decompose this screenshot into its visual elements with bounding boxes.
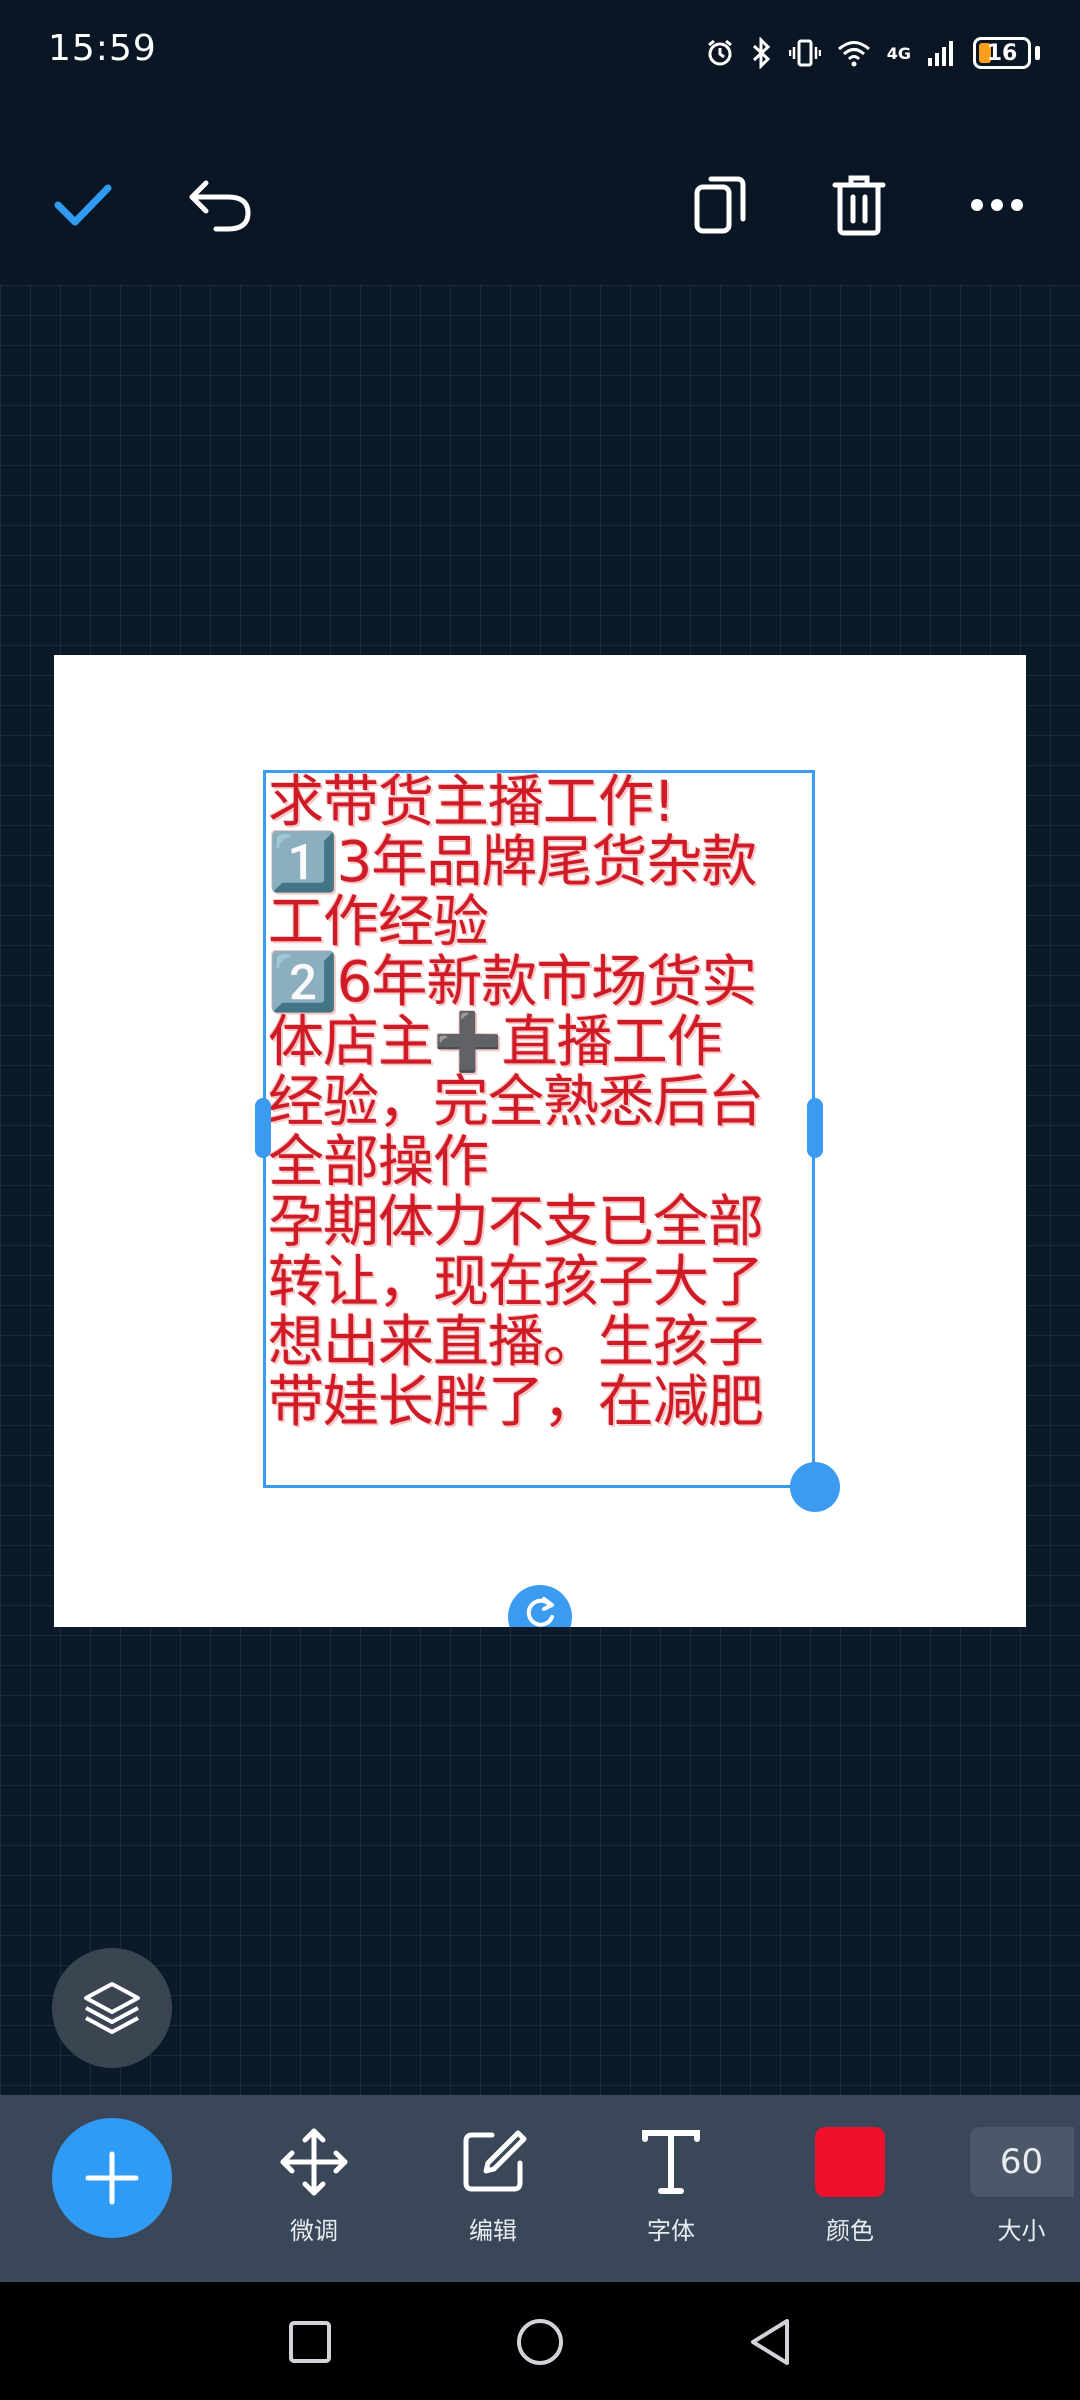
- delete-button[interactable]: [814, 160, 904, 250]
- add-button[interactable]: [52, 2118, 172, 2238]
- battery-level: 16: [986, 40, 1018, 66]
- rotate-handle[interactable]: [508, 1585, 572, 1627]
- tool-color-label: 颜色: [826, 2217, 874, 2245]
- copy-icon: [694, 176, 746, 234]
- edit-icon: [463, 2130, 527, 2192]
- recent-apps-button[interactable]: [280, 2312, 340, 2372]
- tool-move-label: 微调: [290, 2217, 338, 2245]
- size-value: 60: [969, 2127, 1074, 2197]
- resize-handle[interactable]: [790, 1462, 840, 1512]
- status-bar: 15:59 4G 16: [0, 0, 1080, 100]
- text-line: 孕期体力不支已全部: [268, 1190, 764, 1255]
- top-toolbar: [0, 120, 1080, 280]
- more-icon: [971, 199, 1023, 211]
- undo-icon: [189, 180, 251, 232]
- layers-button[interactable]: [52, 1948, 172, 2068]
- tool-edit-label: 编辑: [469, 2217, 517, 2245]
- battery-icon: 16: [973, 37, 1031, 69]
- bottom-toolbar: 微调 编辑 字体 颜色 60 大小: [0, 2095, 1080, 2282]
- layers-icon: [84, 1982, 140, 2034]
- tool-size-label: 大小: [997, 2217, 1046, 2245]
- text-line: 1️⃣3年品牌尾货杂款: [268, 830, 757, 895]
- square-icon: [289, 2321, 331, 2363]
- status-time: 15:59: [48, 28, 157, 69]
- color-swatch: [815, 2127, 885, 2197]
- tool-font[interactable]: 字体: [606, 2117, 736, 2267]
- copy-button[interactable]: [676, 160, 766, 250]
- text-line: 带娃长胖了，在减肥: [268, 1370, 764, 1435]
- rotate-icon: [526, 1597, 554, 1627]
- tool-edit[interactable]: 编辑: [428, 2117, 558, 2267]
- battery-tip: [1035, 46, 1040, 60]
- tool-font-label: 字体: [647, 2217, 695, 2245]
- status-icons: 4G 16: [705, 28, 1040, 78]
- plus-icon: [85, 2151, 139, 2205]
- text-line: 想出来直播。生孩子: [268, 1310, 764, 1375]
- alarm-icon: [705, 38, 735, 68]
- undo-button[interactable]: [176, 160, 266, 250]
- text-line: 体店主➕直播工作: [268, 1010, 723, 1075]
- selected-text-box[interactable]: 求带货主播工作! 1️⃣3年品牌尾货杂款 工作经验 2️⃣6年新款市场货实 体店…: [263, 770, 815, 1488]
- back-button[interactable]: [740, 2312, 800, 2372]
- wifi-icon: [837, 39, 871, 67]
- home-button[interactable]: [510, 2312, 570, 2372]
- system-nav-bar: [0, 2282, 1080, 2400]
- text-line: 转让，现在孩子大了: [268, 1250, 764, 1315]
- bluetooth-icon: [751, 37, 773, 69]
- more-button[interactable]: [952, 160, 1042, 250]
- text-line: 全部操作: [268, 1130, 489, 1195]
- text-line: 求带货主播工作!: [268, 770, 675, 835]
- font-icon: [642, 2130, 700, 2194]
- vibrate-icon: [788, 37, 821, 69]
- circle-icon: [517, 2319, 563, 2365]
- triangle-back-icon: [751, 2319, 789, 2365]
- tool-size[interactable]: 60 大小: [963, 2117, 1080, 2267]
- move-icon: [280, 2128, 348, 2196]
- signal-icon: [927, 38, 957, 68]
- network-type: 4G: [886, 43, 911, 63]
- tool-color[interactable]: 颜色: [785, 2117, 915, 2267]
- text-content[interactable]: 求带货主播工作! 1️⃣3年品牌尾货杂款 工作经验 2️⃣6年新款市场货实 体店…: [268, 773, 816, 1433]
- text-line: 经验，完全熟悉后台: [268, 1070, 764, 1135]
- confirm-button[interactable]: [38, 160, 128, 250]
- text-line: 2️⃣6年新款市场货实: [268, 950, 757, 1015]
- left-stretch-handle[interactable]: [255, 1098, 271, 1158]
- text-line: 工作经验: [268, 890, 489, 955]
- right-stretch-handle[interactable]: [807, 1098, 823, 1158]
- trash-icon: [832, 175, 886, 236]
- check-icon: [54, 184, 112, 226]
- tool-move[interactable]: 微调: [249, 2117, 379, 2267]
